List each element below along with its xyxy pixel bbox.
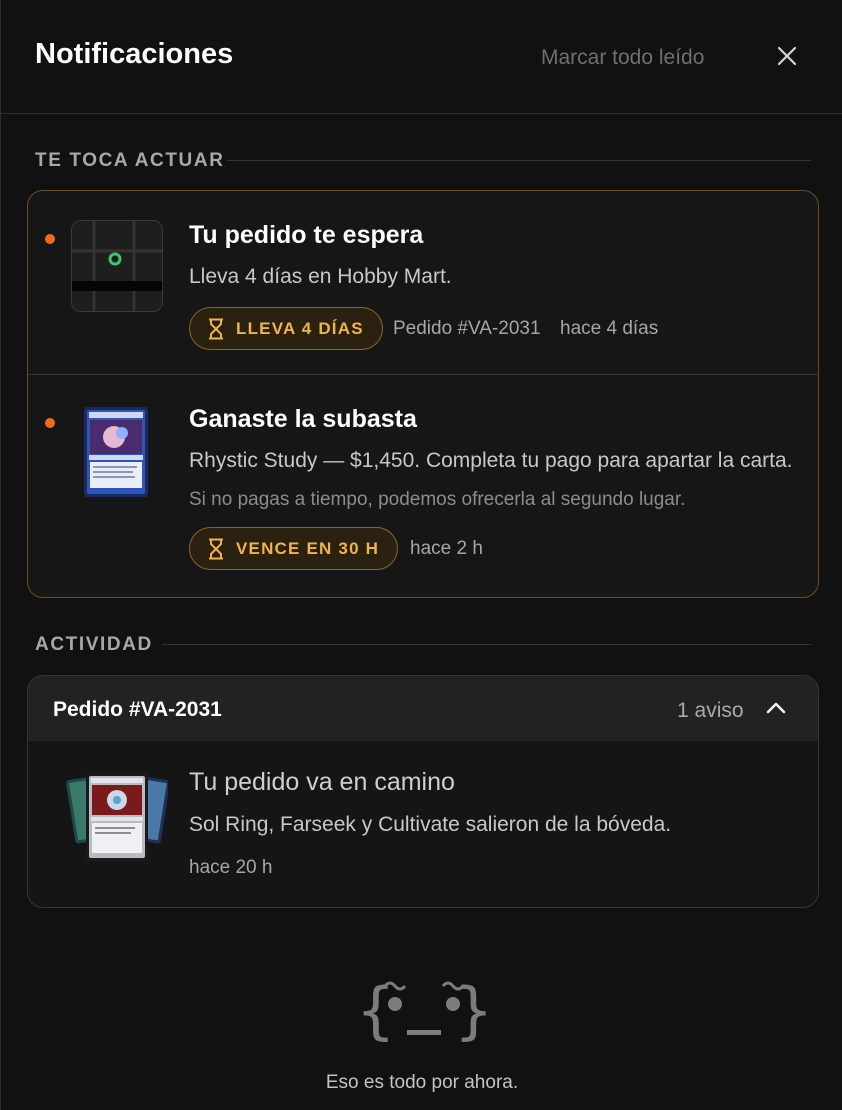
notification-note: Si no pagas a tiempo, podemos ofrecerla … (189, 489, 686, 510)
deadline-badge: VENCE EN 30 H (189, 527, 399, 570)
map-icon (71, 220, 163, 312)
notification-body: Rhystic Study — $1,450. Completa tu pago… (189, 449, 793, 472)
notification-title: Tu pedido te espera (189, 221, 424, 249)
group-count: 1 aviso (677, 699, 744, 722)
deadline-badge-label: VENCE EN 30 H (236, 538, 380, 558)
notification-body: Lleva 4 días en Hobby Mart. (189, 265, 452, 288)
chevron-up-icon[interactable] (764, 698, 788, 718)
mark-all-read-button[interactable]: Marcar todo leído (541, 46, 704, 70)
hourglass-icon (209, 538, 223, 559)
activity-group: Pedido #VA-2031 1 aviso Tu pedido va en … (27, 675, 819, 908)
deadline-badge: LLEVA 4 DÍAS (189, 307, 383, 350)
section-label-urgent: TE TOCA ACTUAR (35, 150, 225, 171)
activity-group-header[interactable]: Pedido #VA-2031 1 aviso (28, 676, 818, 741)
section-divider (162, 644, 811, 645)
urgent-notifications: Tu pedido te espera Lleva 4 días en Hobb… (27, 190, 819, 598)
deadline-badge-label: LLEVA 4 DÍAS (236, 318, 364, 338)
section-divider (227, 160, 811, 161)
notifications-panel: Notificaciones Marcar todo leído TE TOCA… (0, 0, 842, 1110)
activity-body: Sol Ring, Farseek y Cultivate salieron d… (189, 813, 672, 836)
notification-time: hace 4 días (560, 318, 659, 339)
panel-title: Notificaciones (35, 38, 234, 70)
activity-title: Tu pedido va en camino (189, 768, 455, 796)
unread-dot (45, 418, 55, 428)
svg-text:}: } (455, 974, 491, 1047)
panel-header: Notificaciones Marcar todo leído (1, 0, 842, 114)
card-image (84, 407, 148, 497)
notification-title: Ganaste la subasta (189, 405, 417, 433)
group-title: Pedido #VA-2031 (53, 698, 222, 721)
empty-state-face-icon: { } (357, 974, 491, 1047)
close-icon[interactable] (771, 40, 803, 72)
activity-time: hace 20 h (189, 857, 273, 878)
unread-dot (45, 234, 55, 244)
hourglass-icon (209, 318, 223, 339)
section-label-activity: ACTIVIDAD (35, 634, 153, 655)
svg-text:{: { (357, 974, 394, 1047)
order-number: Pedido #VA-2031 (393, 318, 541, 339)
notification-time: hace 2 h (410, 538, 483, 559)
notification-item[interactable]: Tu pedido te espera Lleva 4 días en Hobb… (28, 191, 818, 375)
notification-item[interactable]: Ganaste la subasta Rhystic Study — $1,45… (28, 375, 818, 597)
card-stack-image (66, 773, 168, 861)
empty-state-text: Eso es todo por ahora. (325, 1072, 519, 1093)
